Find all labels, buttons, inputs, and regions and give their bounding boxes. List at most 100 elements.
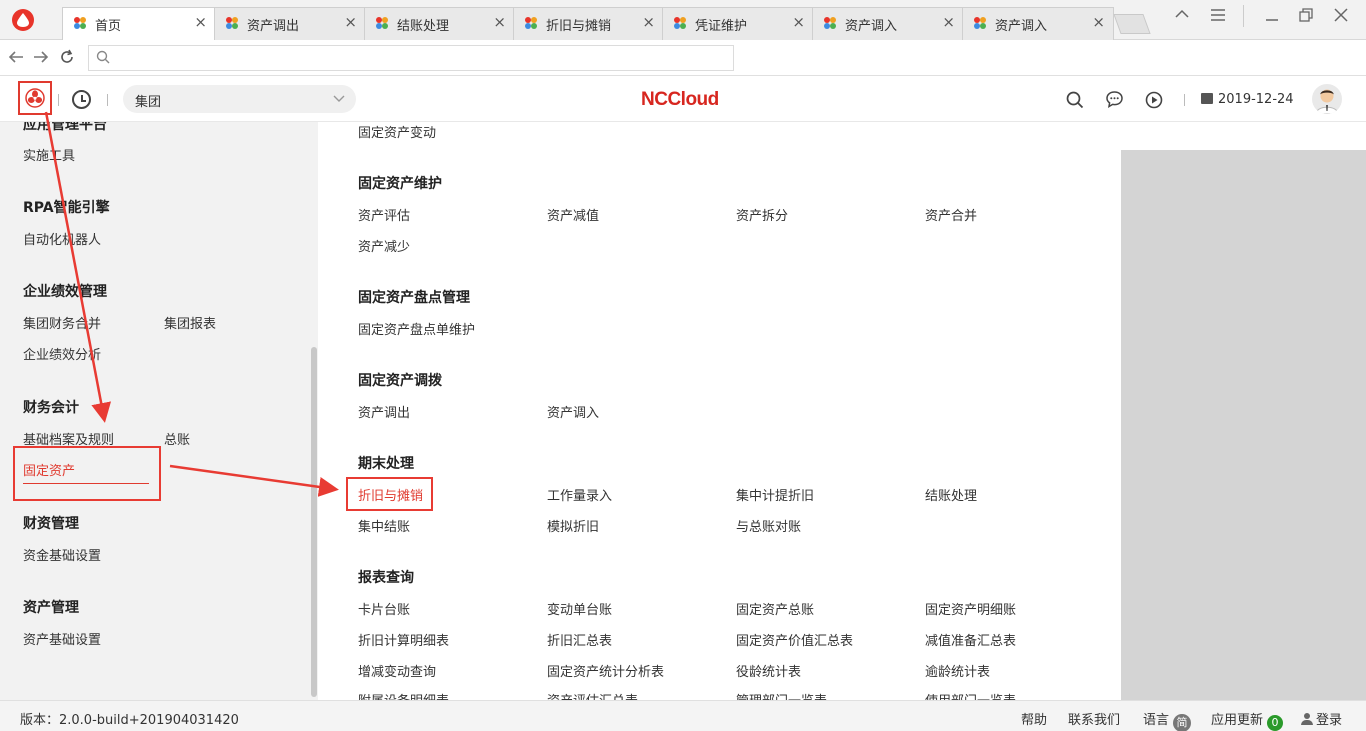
menu-item[interactable]: 固定资产总账	[736, 599, 814, 618]
menu-group-heading: 固定资产盘点管理	[358, 290, 470, 306]
menu-item[interactable]: 固定资产变动	[358, 122, 436, 141]
app-update-link[interactable]: 应用更新 0	[1211, 709, 1284, 731]
search-icon[interactable]	[1066, 91, 1084, 109]
browser-tab-strip: 首页 × 资产调出 × 结账处理 × 折旧与摊销 × 凭证维护 × 资产调入 ×…	[0, 0, 1366, 41]
reload-icon[interactable]	[59, 49, 75, 65]
app-favicon-icon	[525, 17, 537, 29]
left-menu-item[interactable]: 集团财务合并	[23, 313, 101, 332]
help-link[interactable]: 帮助	[1021, 709, 1047, 728]
play-circle-icon[interactable]	[1145, 91, 1163, 109]
menu-item[interactable]: 变动单台账	[547, 599, 612, 618]
minimize-icon[interactable]	[1264, 8, 1280, 22]
back-arrow-icon[interactable]	[8, 50, 24, 64]
left-menu-heading: 财资管理	[23, 516, 79, 532]
left-menu-item[interactable]: 资产基础设置	[23, 629, 101, 648]
org-select[interactable]: 集团	[123, 85, 356, 113]
menu-item[interactable]: 折旧汇总表	[547, 630, 612, 649]
tab-asset-transfer-in-2[interactable]: 资产调入 ×	[962, 7, 1114, 40]
menu-item[interactable]: 资产评估汇总表	[547, 690, 638, 700]
browser-logo-icon[interactable]	[12, 9, 34, 31]
menu-item[interactable]: 结账处理	[925, 485, 977, 504]
menu-item[interactable]: 资产拆分	[736, 205, 788, 224]
divider	[58, 94, 59, 106]
menu-item[interactable]: 资产合并	[925, 205, 977, 224]
address-bar	[0, 40, 1366, 76]
language-label: 语言	[1143, 713, 1170, 728]
tab-closing[interactable]: 结账处理 ×	[364, 7, 515, 40]
update-count-badge: 0	[1267, 715, 1284, 731]
chevron-down-icon	[333, 95, 345, 102]
menu-item[interactable]: 工作量录入	[547, 485, 612, 504]
menu-item[interactable]: 与总账对账	[736, 516, 801, 535]
contact-link[interactable]: 联系我们	[1068, 709, 1120, 728]
tab-voucher[interactable]: 凭证维护 ×	[662, 7, 814, 40]
restore-icon[interactable]	[1298, 8, 1314, 22]
menu-item[interactable]: 资产减少	[358, 236, 410, 255]
new-tab-button[interactable]	[1113, 14, 1151, 34]
left-menu-item[interactable]: 总账	[164, 429, 190, 448]
url-input[interactable]	[88, 45, 734, 71]
close-icon[interactable]: ×	[194, 13, 207, 31]
app-menu-flower-icon	[25, 88, 45, 108]
menu-item[interactable]: 折旧计算明细表	[358, 630, 449, 649]
avatar[interactable]	[1312, 84, 1342, 114]
clock-icon[interactable]	[72, 90, 91, 109]
scrollbar[interactable]	[311, 347, 317, 697]
menu-group-heading: 报表查询	[358, 570, 414, 586]
chevron-up-icon[interactable]	[1174, 8, 1190, 20]
chat-bubble-icon[interactable]	[1105, 90, 1124, 109]
menu-item[interactable]: 集中计提折旧	[736, 485, 814, 504]
menu-item[interactable]: 卡片台账	[358, 599, 410, 618]
tab-label: 资产调出	[247, 19, 300, 34]
menu-icon[interactable]	[1210, 8, 1226, 22]
menu-item[interactable]: 管理部门一览表	[736, 690, 827, 700]
annotation-box-fixed-assets	[13, 446, 161, 501]
tab-asset-transfer-out[interactable]: 资产调出 ×	[214, 7, 366, 40]
menu-item[interactable]: 资产调出	[358, 402, 410, 421]
menu-item[interactable]: 模拟折旧	[547, 516, 599, 535]
menu-item[interactable]: 集中结账	[358, 516, 410, 535]
menu-item[interactable]: 固定资产统计分析表	[547, 661, 664, 680]
app-favicon-icon	[824, 17, 836, 29]
language-switch[interactable]: 语言简	[1143, 709, 1192, 731]
menu-item[interactable]: 使用部门一览表	[925, 690, 1016, 700]
divider	[107, 94, 108, 106]
calendar-icon	[1201, 93, 1213, 104]
tab-depreciation[interactable]: 折旧与摊销 ×	[513, 7, 664, 40]
close-icon[interactable]: ×	[493, 13, 506, 31]
divider	[1243, 5, 1244, 27]
menu-content-panel: 固定资产变动 固定资产维护 资产评估 资产减值 资产拆分 资产合并 资产减少 固…	[318, 122, 1111, 700]
menu-item[interactable]: 资产评估	[358, 205, 410, 224]
tab-home[interactable]: 首页 ×	[62, 7, 216, 41]
left-menu-item[interactable]: 集团报表	[164, 313, 216, 332]
menu-item[interactable]: 增减变动查询	[358, 661, 436, 680]
close-icon[interactable]: ×	[642, 13, 655, 31]
content-background	[1121, 150, 1366, 700]
tab-asset-transfer-in[interactable]: 资产调入 ×	[812, 7, 964, 40]
language-badge: 简	[1173, 714, 1192, 731]
menu-item[interactable]: 固定资产明细账	[925, 599, 1016, 618]
menu-group-heading: 期末处理	[358, 456, 414, 472]
tab-label: 结账处理	[397, 19, 450, 34]
login-link[interactable]: 登录	[1301, 709, 1342, 728]
menu-item[interactable]: 逾龄统计表	[925, 661, 990, 680]
menu-item[interactable]: 固定资产盘点单维护	[358, 319, 475, 338]
left-menu-item[interactable]: 企业绩效分析	[23, 344, 101, 363]
close-icon[interactable]: ×	[792, 13, 805, 31]
window-close-icon[interactable]	[1333, 8, 1349, 22]
app-menu-button[interactable]	[18, 81, 52, 115]
close-icon[interactable]: ×	[942, 13, 955, 31]
menu-item[interactable]: 附属设备明细表	[358, 690, 449, 700]
close-icon[interactable]: ×	[1092, 13, 1105, 31]
menu-item[interactable]: 资产调入	[547, 402, 599, 421]
menu-item[interactable]: 减值准备汇总表	[925, 630, 1016, 649]
current-date[interactable]: 2019-12-24	[1201, 92, 1294, 107]
menu-item[interactable]: 固定资产价值汇总表	[736, 630, 853, 649]
left-menu-item[interactable]: 自动化机器人	[23, 229, 101, 248]
close-icon[interactable]: ×	[344, 13, 357, 31]
menu-item[interactable]: 役龄统计表	[736, 661, 801, 680]
menu-item[interactable]: 资产减值	[547, 205, 599, 224]
left-menu-item[interactable]: 资金基础设置	[23, 545, 101, 564]
forward-arrow-icon[interactable]	[33, 50, 49, 64]
left-menu-item[interactable]: 实施工具	[23, 145, 75, 164]
